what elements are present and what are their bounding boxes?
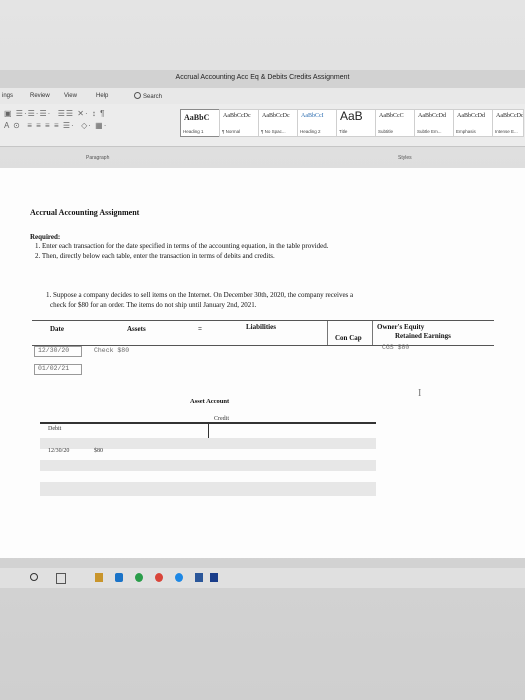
- style-sample: AaBbCcDd: [457, 113, 485, 119]
- style-sample: AaBbCcDc: [262, 113, 290, 119]
- store-icon[interactable]: [115, 573, 123, 582]
- style-emphasis[interactable]: AaBbCcDd Emphasis: [453, 109, 493, 137]
- text-cursor-icon: I: [418, 388, 422, 399]
- chrome-icon[interactable]: [155, 573, 163, 582]
- style-heading-1[interactable]: AaBbC Heading 1: [180, 109, 220, 137]
- t-account-row[interactable]: [40, 482, 376, 496]
- paragraph-group-label: Paragraph: [86, 155, 110, 161]
- search-box[interactable]: Search: [134, 92, 162, 100]
- row-2-date: 01/02/21: [38, 365, 70, 372]
- instruction-1: 1. Enter each transaction for the date s…: [35, 242, 329, 250]
- column-divider: [327, 321, 328, 345]
- style-name: Heading 1: [183, 129, 204, 134]
- start-circle-icon[interactable]: [30, 573, 38, 581]
- styles-group-label: Styles: [398, 155, 412, 161]
- owners-equity-header: Owner's Equity: [377, 323, 425, 331]
- t-account-row[interactable]: [40, 438, 376, 449]
- ribbon: ▣ ☰·☰·☰· ☰☰ ✕· ↕ ¶ A ⊙ ≡ ≡ ≡ ≡ ☰· ◇· ▦· …: [0, 104, 525, 147]
- style-intense-emphasis[interactable]: AaBbCcDd Intense E...: [492, 109, 524, 137]
- required-label: Required:: [30, 233, 61, 241]
- align-buttons-row[interactable]: A ⊙ ≡ ≡ ≡ ≡ ☰· ◇· ▦·: [4, 120, 107, 132]
- question-line-1: 1. Suppose a company decides to sell ite…: [46, 291, 354, 299]
- date-header: Date: [50, 325, 64, 333]
- list-buttons-row[interactable]: ▣ ☰·☰·☰· ☰☰ ✕· ↕ ¶: [4, 108, 105, 120]
- table-header: Date Assets = Liabilities Owner's Equity…: [32, 320, 494, 346]
- row-1-date: 12/30/20: [38, 347, 70, 354]
- title-bar: Accrual Accounting Acc Eq & Debits Credi…: [0, 70, 525, 89]
- document-heading: Accrual Accounting Assignment: [30, 208, 140, 217]
- style-sample: AaBbC: [184, 113, 210, 122]
- debit-entry-amount: $80: [94, 448, 103, 454]
- debit-label: Debit: [48, 426, 62, 432]
- style-title[interactable]: AaB Title: [336, 109, 376, 137]
- search-icon: [134, 92, 141, 99]
- style-no-spacing[interactable]: AaBbCcDc ¶ No Spac...: [258, 109, 298, 137]
- style-sample: AaBbCcC: [379, 113, 404, 119]
- file-explorer-icon[interactable]: [95, 573, 103, 582]
- menu-item-review[interactable]: Review: [30, 93, 50, 99]
- word-window-icon[interactable]: [210, 573, 218, 582]
- style-sample: AaBbCcDc: [223, 113, 251, 119]
- style-normal[interactable]: AaBbCcDc ¶ Normal: [219, 109, 259, 137]
- word-icon[interactable]: [195, 573, 203, 582]
- style-name: Intense E...: [495, 129, 518, 134]
- liabilities-header: Liabilities: [246, 323, 276, 331]
- style-sample: AaBbCcDd: [418, 113, 446, 119]
- con-cap-header: Con Cap: [335, 334, 362, 342]
- column-divider: [372, 321, 373, 345]
- row-1-asset: Check $80: [94, 347, 130, 354]
- window-title: Accrual Accounting Acc Eq & Debits Credi…: [175, 74, 350, 81]
- menu-bar: ings Review View Help Search: [0, 88, 525, 104]
- retained-earnings-header: Retained Earnings: [395, 332, 451, 340]
- style-name: ¶ No Spac...: [261, 129, 286, 134]
- style-subtitle[interactable]: AaBbCcC Subtitle: [375, 109, 415, 137]
- style-name: Subtle Em...: [417, 129, 442, 134]
- credit-label: Credit: [214, 416, 229, 422]
- task-view-icon[interactable]: [56, 573, 66, 584]
- style-sample: AaBbCcI: [301, 113, 324, 119]
- document-page[interactable]: Accrual Accounting Assignment Required: …: [0, 168, 525, 558]
- style-name: Emphasis: [456, 129, 476, 134]
- menu-item-mailings[interactable]: ings: [2, 93, 13, 99]
- style-name: ¶ Normal: [222, 129, 241, 134]
- menu-item-help[interactable]: Help: [96, 93, 108, 99]
- t-account-center-line: [208, 422, 209, 438]
- row-1-retained-earnings: CGS $80: [382, 344, 410, 351]
- assets-header: Assets: [127, 325, 146, 333]
- style-name: Title: [339, 129, 348, 134]
- t-account-title: Asset Account: [190, 398, 230, 405]
- style-heading-2[interactable]: AaBbCcI Heading 2: [297, 109, 337, 137]
- debit-entry-date: 12/30/20: [48, 448, 70, 454]
- style-name: Heading 2: [300, 129, 321, 134]
- style-sample: AaB: [340, 109, 363, 123]
- taskbar: [0, 568, 525, 588]
- style-name: Subtitle: [378, 129, 394, 134]
- equals-header: =: [198, 325, 202, 333]
- t-account-row[interactable]: [40, 460, 376, 471]
- question-line-2: check for $80 for an order. The items do…: [50, 301, 257, 309]
- edge-icon[interactable]: [175, 573, 183, 582]
- t-account: Debit Credit 12/30/20 $80: [40, 414, 376, 496]
- menu-item-view[interactable]: View: [64, 93, 77, 99]
- style-subtle-emphasis[interactable]: AaBbCcDd Subtle Em...: [414, 109, 454, 137]
- search-label: Search: [143, 94, 163, 100]
- instruction-2: 2. Then, directly below each table, ente…: [35, 252, 275, 260]
- style-sample: AaBbCcDd: [496, 113, 524, 119]
- app-icon[interactable]: [135, 573, 143, 582]
